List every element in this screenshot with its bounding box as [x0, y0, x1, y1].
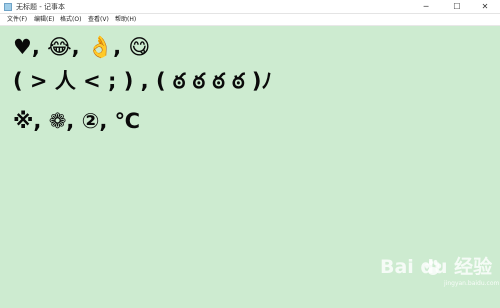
editor-line-3: ※, ❁, ②, ℃	[13, 109, 141, 133]
minimize-button[interactable]: ─	[413, 0, 439, 13]
maximize-button[interactable]: ☐	[444, 0, 470, 13]
menu-edit[interactable]: 编辑(E)	[34, 15, 54, 25]
notepad-window: 无标题 - 记事本 ─ ☐ ✕ 文件(F) 编辑(E) 格式(O) 查看(V) …	[0, 0, 500, 308]
menu-help[interactable]: 帮助(H)	[115, 15, 136, 25]
menu-format[interactable]: 格式(O)	[60, 15, 81, 25]
title-bar[interactable]: 无标题 - 记事本 ─ ☐ ✕	[0, 0, 500, 14]
close-button[interactable]: ✕	[472, 0, 498, 13]
paw-icon	[425, 259, 442, 275]
menu-view[interactable]: 查看(V)	[88, 15, 109, 25]
menu-file[interactable]: 文件(F)	[7, 15, 27, 25]
editor-line-1: ♥, 😂, 👌, 😋	[13, 35, 151, 59]
editor-line-2: ( > 人 < ; ) , ( ఠ ఠ ఠ ఠ )ﾉ	[13, 69, 273, 93]
watermark-url: jingyan.baidu.com	[444, 280, 500, 287]
window-title: 无标题 - 记事本	[16, 3, 65, 11]
menu-bar: 文件(F) 编辑(E) 格式(O) 查看(V) 帮助(H)	[0, 14, 500, 26]
baidu-watermark: Bai du 经验 jingyan.baidu.com	[380, 254, 499, 294]
notepad-app-icon	[4, 3, 12, 11]
